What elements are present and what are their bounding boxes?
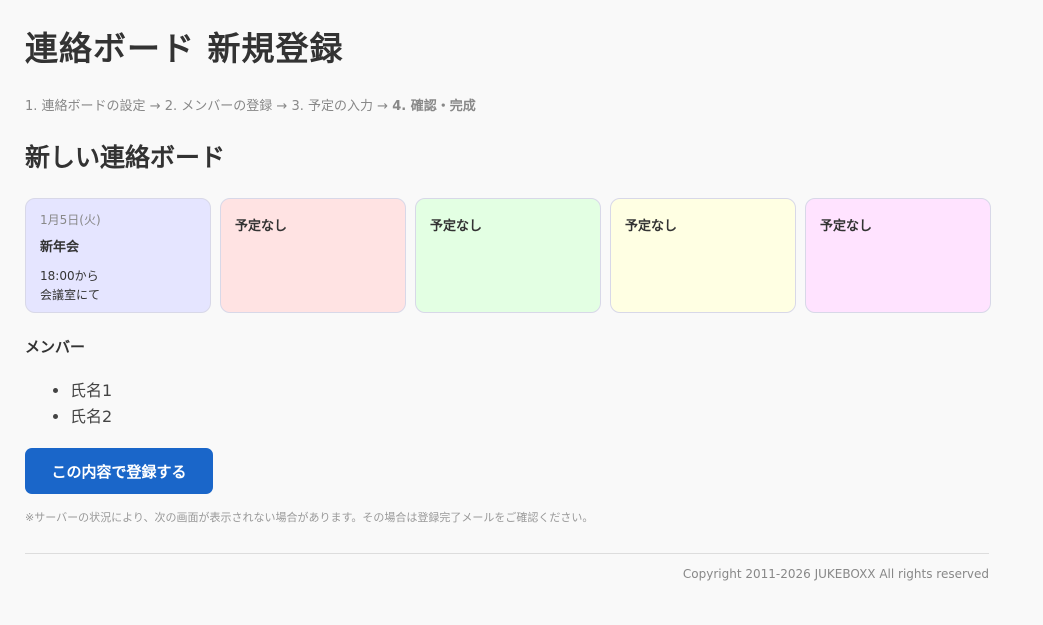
- step-arrow: →: [377, 99, 389, 114]
- member-list: 氏名1 氏名2: [50, 378, 112, 430]
- card-empty-label: 予定なし: [235, 219, 288, 234]
- step-arrow: →: [149, 99, 161, 114]
- step-1: 1. 連絡ボードの設定: [25, 99, 146, 114]
- member-item: 氏名1: [70, 378, 112, 404]
- step-arrow: →: [276, 99, 288, 114]
- notice-text: ※サーバーの状況により、次の画面が表示されない場合があります。その場合は登録完了…: [25, 511, 594, 524]
- schedule-card-3: 予定なし: [415, 198, 601, 313]
- register-button[interactable]: この内容で登録する: [25, 448, 213, 494]
- step-breadcrumb: 1. 連絡ボードの設定 → 2. メンバーの登録 → 3. 予定の入力 → 4.…: [25, 95, 476, 114]
- schedule-card-4: 予定なし: [610, 198, 796, 313]
- page-title: 連絡ボード 新規登録: [25, 29, 344, 68]
- schedule-card-2: 予定なし: [220, 198, 406, 313]
- board-title: 新しい連絡ボード: [25, 143, 226, 172]
- schedule-cards: 1月5日(火) 新年会 18:00から 会議室にて 予定なし 予定なし 予定なし…: [25, 198, 991, 313]
- schedule-card-1: 1月5日(火) 新年会 18:00から 会議室にて: [25, 198, 211, 313]
- card-empty-label: 予定なし: [820, 219, 873, 234]
- page: 連絡ボード 新規登録 1. 連絡ボードの設定 → 2. メンバーの登録 → 3.…: [0, 0, 1043, 625]
- card-note: 18:00から: [40, 269, 99, 283]
- step-4-current: 4. 確認・完成: [392, 99, 476, 114]
- step-3: 3. 予定の入力: [291, 99, 374, 114]
- card-empty-label: 予定なし: [430, 219, 483, 234]
- copyright-text: Copyright 2011-2026 JUKEBOXX All rights …: [682, 567, 989, 581]
- card-empty-label: 予定なし: [625, 219, 678, 234]
- schedule-card-5: 予定なし: [805, 198, 991, 313]
- card-note: 会議室にて: [40, 288, 101, 302]
- footer-divider: [25, 553, 989, 554]
- members-title: メンバー: [25, 338, 86, 356]
- member-item: 氏名2: [70, 404, 112, 430]
- card-title: 新年会: [40, 240, 80, 255]
- step-2: 2. メンバーの登録: [164, 99, 273, 114]
- card-date: 1月5日(火): [40, 213, 101, 227]
